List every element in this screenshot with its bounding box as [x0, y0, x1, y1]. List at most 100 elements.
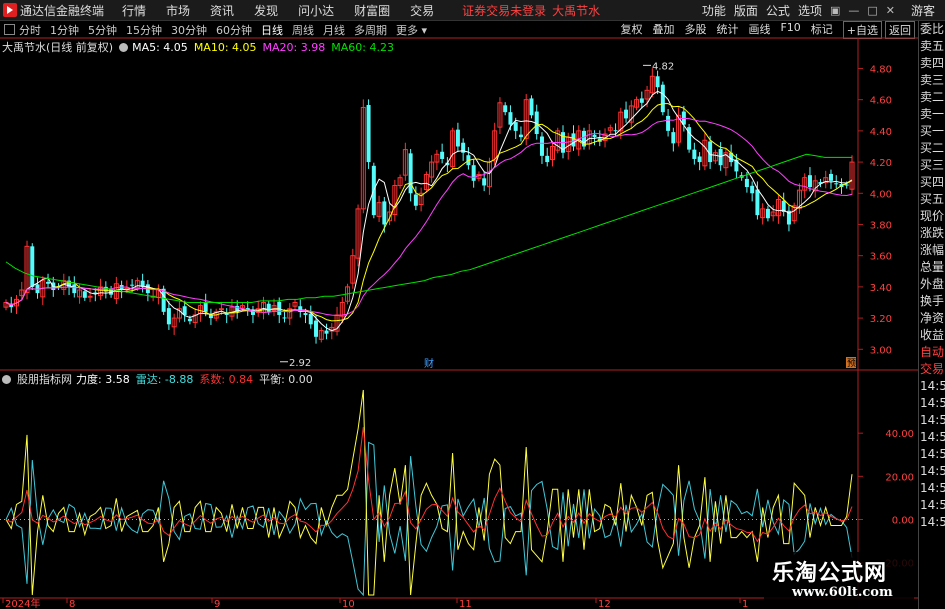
indicator-tick-label: 40.00 — [885, 429, 914, 440]
side-label-8: 买三 — [920, 158, 945, 172]
date-label: 12 — [598, 599, 611, 609]
candle-body-down — [382, 201, 387, 225]
candle-body-down — [692, 149, 697, 159]
high-price-label: 4.82 — [652, 61, 674, 72]
kline-chart[interactable]: 4.80 4.60 4.40 4.20 4.00 3.80 3.60 3.40 3.20 3.00… — [0, 0, 918, 609]
candle-body-down — [666, 115, 671, 131]
candle-body-down — [366, 104, 371, 163]
side-label-28: 14:56 — [920, 498, 945, 512]
quote-side-panel: 委比 卖五 卖四 卖三 卖二 卖一 买一 买二 买三 买四 买五 现价 涨跌 涨幅 总量 外盘 换手 净资 收益 自动… — [918, 21, 945, 609]
price-tick-label: 4.20 — [870, 158, 892, 169]
ma20-value: MA20: 3.98 — [262, 40, 326, 54]
side-label-27: 14:56 — [920, 481, 945, 495]
indicator-title: 股朋指标网 — [17, 373, 72, 386]
ma5-value: MA5: 4.05 — [132, 40, 188, 54]
side-label-22: 14:56 — [920, 396, 945, 410]
candle-body-down — [765, 208, 770, 219]
main-panel-header: 大禹节水(日线 前复权) MA5: 4.05 MA10: 4.05 MA20: … — [0, 39, 400, 55]
side-label-20[interactable]: 交易 — [919, 361, 945, 378]
side-label-29: 14:56 — [920, 515, 945, 529]
event-marker-cai: 财 — [424, 357, 434, 370]
candle-body-down — [266, 303, 271, 312]
side-label-14: 总量 — [920, 260, 945, 274]
side-label-10: 买五 — [920, 192, 945, 206]
candle-body-down — [413, 194, 418, 206]
candle-body-down — [660, 84, 665, 113]
event-marker-yu: 预 — [847, 358, 856, 369]
candle-body-down — [30, 246, 35, 287]
candle-body-down — [282, 317, 287, 319]
candle-body-down — [807, 175, 812, 188]
candle-body-down — [482, 178, 487, 186]
side-label-24: 14:56 — [920, 430, 945, 444]
side-label-18: 收益 — [920, 328, 945, 342]
side-label-3: 卖三 — [920, 73, 945, 87]
side-label-23: 14:56 — [920, 413, 945, 427]
candle-body-down — [834, 183, 839, 185]
candle-body-down — [744, 178, 749, 188]
indicator-tick-label: 20.00 — [885, 472, 914, 483]
side-label-4: 卖二 — [920, 90, 945, 104]
side-label-0: 委比 — [920, 22, 945, 36]
candle-body-down — [539, 136, 544, 156]
date-label: 11 — [459, 599, 472, 609]
candle-body-down — [518, 134, 523, 138]
ma60-line — [5, 153, 852, 303]
candle-body-down — [82, 291, 87, 298]
xishu-value: 系数: 0.84 — [199, 373, 254, 386]
side-label-26: 14:56 — [920, 464, 945, 478]
candle-body-down — [697, 156, 702, 163]
indicator-tick-label: 0.00 — [892, 515, 914, 526]
date-label: 9 — [214, 599, 220, 609]
pingheng-value: 平衡: 0.00 — [259, 373, 313, 386]
candle-body-down — [471, 165, 476, 181]
price-tick-label: 3.60 — [870, 252, 892, 263]
candle-body-down — [844, 184, 849, 186]
candle-body-down — [303, 313, 308, 315]
price-tick-label: 3.80 — [870, 220, 892, 231]
main-panel-title: 大禹节水(日线 前复权) — [2, 41, 114, 54]
ma10-value: MA10: 4.05 — [193, 40, 257, 54]
price-tick-label: 3.40 — [870, 283, 892, 294]
candle-body-down — [828, 173, 833, 181]
candle-body-down — [130, 284, 135, 286]
candle-body-down — [545, 155, 550, 163]
candle-body-down — [308, 313, 313, 325]
candle-body-down — [529, 98, 534, 116]
watermark-url: www.60lt.com — [792, 585, 893, 600]
side-label-5: 卖一 — [920, 107, 945, 121]
candle-body-down — [440, 151, 445, 159]
candle-body-up — [87, 295, 93, 298]
candle-body-down — [455, 129, 460, 147]
date-label: 8 — [69, 599, 75, 609]
candle-body-down — [718, 148, 723, 166]
candle-body-down — [503, 105, 508, 113]
watermark-title: 乐淘公式网 — [772, 561, 888, 586]
price-tick-label: 3.20 — [870, 314, 892, 325]
side-label-16: 换手 — [920, 294, 945, 308]
sub-panel-header: 股朋指标网 力度: 3.58 雷达: -8.88 系数: 0.84 平衡: 0.… — [0, 371, 319, 387]
date-label: 2024年 — [5, 597, 40, 609]
price-tick-label: 3.00 — [870, 345, 892, 356]
indicator-dot-icon[interactable] — [2, 374, 11, 384]
side-label-11: 现价 — [920, 209, 945, 223]
date-label: 10 — [342, 599, 355, 609]
side-label-13: 涨幅 — [920, 243, 945, 257]
radar-line — [5, 441, 853, 597]
side-label-15: 外盘 — [920, 277, 945, 291]
candle-body-down — [513, 122, 518, 131]
side-label-1: 卖五 — [920, 39, 945, 53]
candle-body-down — [592, 134, 597, 138]
side-label-6: 买一 — [920, 124, 945, 138]
candle-body-down — [613, 130, 618, 132]
candle-body-down — [187, 318, 192, 322]
settings-dot-icon[interactable] — [119, 42, 129, 52]
candle-body-down — [750, 185, 755, 194]
candle-body-down — [624, 109, 629, 119]
candle-body-down — [508, 112, 513, 125]
side-label-12: 涨跌 — [920, 226, 945, 240]
candle-body-down — [671, 132, 676, 144]
leida-value: 雷达: -8.88 — [135, 373, 194, 386]
side-label-19[interactable]: 自动 — [919, 344, 945, 361]
candle-body-down — [203, 301, 208, 312]
